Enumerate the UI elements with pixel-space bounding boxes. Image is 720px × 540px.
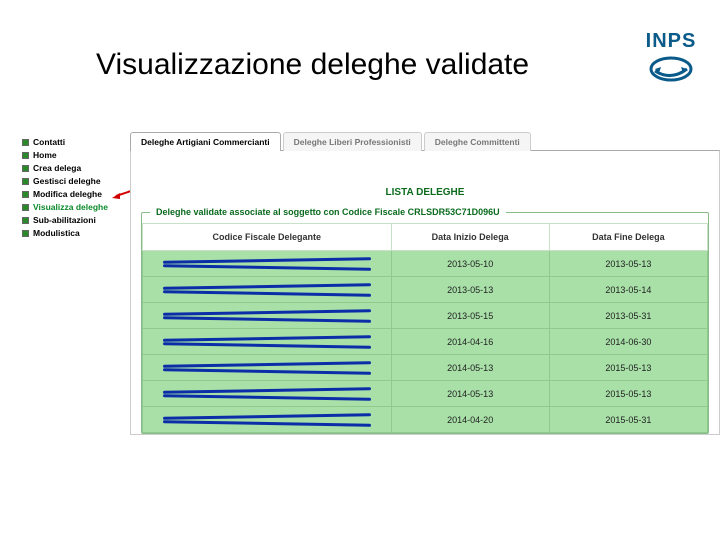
cell-inizio: 2014-04-16 <box>391 329 549 355</box>
tab-0[interactable]: Deleghe Artigiani Commercianti <box>130 132 281 151</box>
sidebar-item-contatti[interactable]: Contatti <box>22 136 112 149</box>
cell-inizio: 2014-04-20 <box>391 407 549 433</box>
inps-logo: INPS <box>640 30 702 92</box>
cell-cf-redacted: ████ <box>143 407 392 433</box>
cell-cf-redacted: ████ <box>143 251 392 277</box>
sidebar-item-home[interactable]: Home <box>22 149 112 162</box>
sidebar: Contatti Home Crea delega Gestisci deleghe M… <box>18 132 116 540</box>
cell-fine: 2013-05-14 <box>549 277 707 303</box>
col-header-2: Data Fine Delega <box>549 224 707 251</box>
slide-title: Visualizzazione deleghe validate <box>96 48 529 82</box>
col-header-0: Codice Fiscale Delegante <box>143 224 392 251</box>
cell-fine: 2015-05-31 <box>549 407 707 433</box>
redaction-mark-icon <box>163 415 371 425</box>
logo-text: INPS <box>646 30 697 53</box>
sidebar-item-gestisci-deleghe[interactable]: Gestisci deleghe <box>22 175 112 188</box>
cell-fine: 2015-05-13 <box>549 381 707 407</box>
cell-inizio: 2013-05-15 <box>391 303 549 329</box>
table-row: ████2014-05-132015-05-13 <box>143 381 708 407</box>
redaction-mark-icon <box>163 285 371 295</box>
bullet-icon <box>22 165 29 172</box>
cell-inizio: 2013-05-10 <box>391 251 549 277</box>
lista-title: LISTA DELEGHE <box>141 159 709 208</box>
sidebar-item-sub-abilitazioni[interactable]: Sub-abilitazioni <box>22 214 112 227</box>
fieldset-legend: Deleghe validate associate al soggetto c… <box>150 207 506 217</box>
sidebar-item-modifica-deleghe[interactable]: Modifica deleghe <box>22 188 112 201</box>
table-row: ████2014-04-202015-05-31 <box>143 407 708 433</box>
table-row: ████2014-04-162014-06-30 <box>143 329 708 355</box>
logo-swirl-icon <box>649 55 693 83</box>
bullet-icon <box>22 230 29 237</box>
bullet-icon <box>22 139 29 146</box>
sidebar-item-label: Gestisci deleghe <box>33 176 101 187</box>
tabs: Deleghe Artigiani CommerciantiDeleghe Li… <box>130 132 720 151</box>
cell-fine: 2013-05-31 <box>549 303 707 329</box>
cell-fine: 2013-05-13 <box>549 251 707 277</box>
redaction-mark-icon <box>163 311 371 321</box>
sidebar-item-label: Crea delega <box>33 163 81 174</box>
deleghe-table: Codice Fiscale DeleganteData Inizio Dele… <box>142 223 708 433</box>
sidebar-item-label: Contatti <box>33 137 65 148</box>
cell-fine: 2015-05-13 <box>549 355 707 381</box>
sidebar-item-label: Modifica deleghe <box>33 189 102 200</box>
table-row: ████2014-05-132015-05-13 <box>143 355 708 381</box>
sidebar-item-label: Home <box>33 150 57 161</box>
redaction-mark-icon <box>163 259 371 269</box>
bullet-icon <box>22 152 29 159</box>
table-row: ████2013-05-152013-05-31 <box>143 303 708 329</box>
table-row: ████2013-05-132013-05-14 <box>143 277 708 303</box>
bullet-icon <box>22 191 29 198</box>
cell-inizio: 2014-05-13 <box>391 381 549 407</box>
tab-panel: LISTA DELEGHE Deleghe validate associate… <box>130 150 720 435</box>
cell-cf-redacted: ████ <box>143 381 392 407</box>
tab-2[interactable]: Deleghe Committenti <box>424 132 531 151</box>
table-row: ████2013-05-102013-05-13 <box>143 251 708 277</box>
cell-cf-redacted: ████ <box>143 303 392 329</box>
cell-cf-redacted: ████ <box>143 329 392 355</box>
redaction-mark-icon <box>163 363 371 373</box>
cell-inizio: 2014-05-13 <box>391 355 549 381</box>
tab-1[interactable]: Deleghe Liberi Professionisti <box>283 132 422 151</box>
bullet-icon <box>22 178 29 185</box>
cell-inizio: 2013-05-13 <box>391 277 549 303</box>
sidebar-item-crea-delega[interactable]: Crea delega <box>22 162 112 175</box>
sidebar-item-label: Modulistica <box>33 228 80 239</box>
col-header-1: Data Inizio Delega <box>391 224 549 251</box>
cell-fine: 2014-06-30 <box>549 329 707 355</box>
main-area: Deleghe Artigiani CommerciantiDeleghe Li… <box>116 132 720 540</box>
deleghe-fieldset: Deleghe validate associate al soggetto c… <box>141 212 709 434</box>
bullet-icon <box>22 204 29 211</box>
cell-cf-redacted: ████ <box>143 355 392 381</box>
cell-cf-redacted: ████ <box>143 277 392 303</box>
redaction-mark-icon <box>163 389 371 399</box>
bullet-icon <box>22 217 29 224</box>
sidebar-item-visualizza-deleghe[interactable]: Visualizza deleghe <box>22 201 112 214</box>
sidebar-item-label: Sub-abilitazioni <box>33 215 96 226</box>
sidebar-item-modulistica[interactable]: Modulistica <box>22 227 112 240</box>
redaction-mark-icon <box>163 337 371 347</box>
sidebar-item-label: Visualizza deleghe <box>33 202 108 213</box>
